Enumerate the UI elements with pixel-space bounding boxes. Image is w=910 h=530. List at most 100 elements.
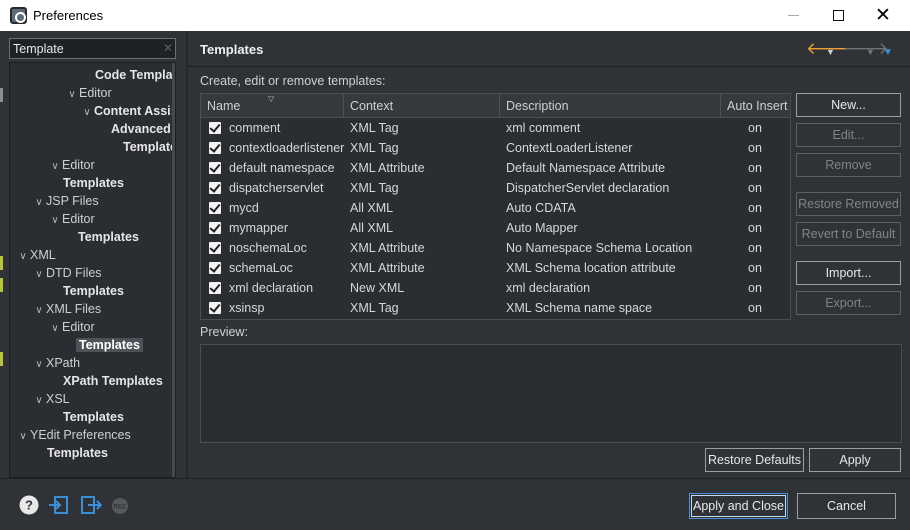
export-button[interactable]: Export... <box>796 291 901 315</box>
tree-item[interactable]: XPath Templates <box>63 373 163 390</box>
tree-item[interactable]: ∨ XML Files <box>32 301 101 318</box>
chevron-down-icon[interactable]: ∨ <box>32 356 46 373</box>
restore-defaults-button[interactable]: Restore Defaults <box>705 448 804 472</box>
table-row[interactable]: mycd All XML Auto CDATA on <box>201 198 790 218</box>
enabled-checkbox[interactable] <box>209 262 221 274</box>
cell-context: XML Tag <box>350 121 399 135</box>
window-title: Preferences <box>33 8 104 23</box>
apply-button-label: Apply <box>839 453 871 467</box>
chevron-down-icon[interactable]: ∨ <box>80 104 94 121</box>
back-history-chevron-icon[interactable]: ▼ <box>826 44 835 61</box>
tree-item[interactable]: Advanced <box>111 121 171 138</box>
table-row[interactable]: default namespace XML Attribute Default Na… <box>201 158 790 178</box>
tree-item[interactable]: ∨ Editor <box>48 157 94 175</box>
table-row[interactable]: dispatcherservlet XML Tag DispatcherServle… <box>201 178 790 198</box>
tree-item[interactable]: Templates <box>78 229 139 246</box>
enabled-checkbox[interactable] <box>209 222 221 234</box>
tree-item[interactable]: ∨ Editor <box>48 211 95 229</box>
edit-button[interactable]: Edit... <box>796 123 901 147</box>
chevron-down-icon[interactable]: ∨ <box>32 266 46 283</box>
revert-to-default-button-label: Revert to Default <box>801 227 896 241</box>
chevron-down-icon[interactable]: ∨ <box>32 392 46 409</box>
preview-area[interactable] <box>200 344 902 443</box>
clear-icon[interactable]: ✕ <box>163 41 173 55</box>
cell-auto: on <box>748 161 762 175</box>
tree-item[interactable]: Templates <box>63 175 124 192</box>
tree-item[interactable]: ∨ YEdit Preferences <box>16 427 130 445</box>
enabled-checkbox[interactable] <box>209 282 221 294</box>
export-preferences-icon[interactable] <box>80 494 102 516</box>
preview-label: Preview: <box>200 325 248 339</box>
chevron-down-icon[interactable]: ∨ <box>32 302 46 319</box>
table-row[interactable]: schemaLoc XML Attribute XML Schema locatio… <box>201 258 790 278</box>
table-row[interactable]: xml declaration New XML xml declaration on <box>201 278 790 298</box>
maximize-button[interactable] <box>815 0 861 31</box>
enabled-checkbox[interactable] <box>209 142 221 154</box>
new-button[interactable]: New... <box>796 93 901 117</box>
pane-sash[interactable] <box>186 31 188 478</box>
tree-item-label: XML Files <box>46 302 102 316</box>
apply-button[interactable]: Apply <box>809 448 901 472</box>
tree-item[interactable]: Templates <box>63 409 124 426</box>
enabled-checkbox[interactable] <box>209 242 221 254</box>
column-header-description[interactable]: Description <box>500 94 721 118</box>
tree-item-label: XPath Templates <box>63 374 163 388</box>
chevron-down-icon[interactable]: ∨ <box>16 248 30 265</box>
restore-removed-button[interactable]: Restore Removed <box>796 192 901 216</box>
chevron-down-icon[interactable]: ∨ <box>65 86 79 103</box>
tree-item-label: Code Templa <box>95 68 173 82</box>
remove-button[interactable]: Remove <box>796 153 901 177</box>
tree-item[interactable]: Templates <box>63 283 124 300</box>
chevron-down-icon[interactable]: ∨ <box>16 428 30 445</box>
tree-item[interactable]: ∨ Content Assi: <box>80 103 174 121</box>
enabled-checkbox[interactable] <box>209 302 221 314</box>
tree-item-label: Editor <box>62 212 95 226</box>
tree-item[interactable]: ∨ XSL <box>32 391 69 409</box>
chevron-down-icon[interactable]: ∨ <box>48 158 62 175</box>
tree-item[interactable]: ∨ XPath <box>32 355 80 372</box>
tree-item[interactable]: ∨ Editor <box>48 319 94 337</box>
cell-description: No Namespace Schema Location <box>506 241 693 255</box>
enabled-checkbox[interactable] <box>209 182 221 194</box>
chevron-down-icon[interactable]: ∨ <box>32 194 46 211</box>
tree-item[interactable]: Templates <box>47 445 108 462</box>
enabled-checkbox[interactable] <box>209 162 221 174</box>
preference-tree[interactable]: Code Templa ∨ Editor ∨ Content Assi: Advanced… <box>9 62 176 478</box>
forward-history-chevron-icon[interactable]: ▼ <box>866 44 875 61</box>
filter-input[interactable] <box>9 38 176 59</box>
view-menu-icon[interactable]: ▼ <box>883 44 893 61</box>
import-preferences-icon[interactable] <box>48 494 70 516</box>
cell-description: XML Schema location attribute <box>506 261 676 275</box>
chevron-down-icon[interactable]: ∨ <box>48 212 62 229</box>
minimize-button[interactable] <box>770 0 816 31</box>
table-row[interactable]: xsinsp XML Tag XML Schema name space on <box>201 298 790 318</box>
table-row[interactable]: noschemaLoc XML Attribute No Namespace Sch… <box>201 238 790 258</box>
cell-auto: on <box>748 241 762 255</box>
cell-name: comment <box>229 121 281 135</box>
help-icon[interactable]: ? <box>18 494 40 516</box>
chevron-down-icon[interactable]: ∨ <box>48 320 62 337</box>
cancel-button[interactable]: Cancel <box>797 493 896 519</box>
tree-item[interactable]: ∨ XML <box>16 247 55 265</box>
tree-item[interactable]: ∨ Editor <box>65 85 111 103</box>
apply-and-close-button[interactable]: Apply and Close <box>689 493 788 519</box>
table-row[interactable]: contextloaderlistener XML Tag ContextLoade… <box>201 138 790 158</box>
table-row[interactable]: mymapper All XML Auto Mapper on <box>201 218 790 238</box>
enabled-checkbox[interactable] <box>209 202 221 214</box>
column-header-auto-insert[interactable]: Auto Insert <box>721 94 790 118</box>
tree-scrollbar[interactable] <box>172 63 175 477</box>
table-row[interactable]: comment XML Tag xml comment on <box>201 118 790 138</box>
tree-item[interactable]: ∨ JSP Files <box>32 193 98 211</box>
revert-to-default-button[interactable]: Revert to Default <box>796 222 901 246</box>
tree-item[interactable]: Templates <box>123 139 175 156</box>
close-button[interactable]: ✕ <box>860 0 906 31</box>
templates-table[interactable]: Name ▽ Context Description Auto Insert c… <box>200 93 791 320</box>
column-header-context[interactable]: Context <box>344 94 500 118</box>
restore-defaults-button-label: Restore Defaults <box>707 453 802 467</box>
import-button[interactable]: Import... <box>796 261 901 285</box>
tree-item[interactable]: Templates <box>76 337 143 354</box>
tree-item[interactable]: Code Templa <box>95 67 173 84</box>
tree-item[interactable]: ∨ DTD Files <box>32 265 101 283</box>
record-icon[interactable]: REC <box>111 497 129 515</box>
enabled-checkbox[interactable] <box>209 122 221 134</box>
